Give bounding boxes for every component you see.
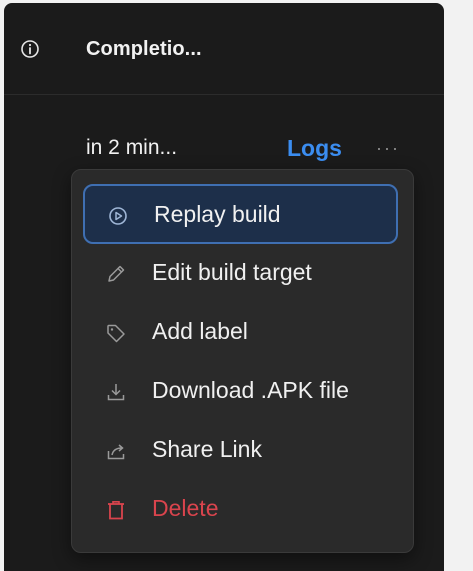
header-row: Completio... [4, 3, 444, 95]
build-status-title: Completio... [86, 38, 202, 60]
menu-item-add-label[interactable]: Add label [83, 303, 398, 363]
pencil-icon [108, 265, 125, 282]
build-actions-menu: Replay build Edit build target Add label… [71, 169, 414, 553]
build-time: in 2 min... [86, 136, 178, 159]
menu-item-share-link[interactable]: Share Link [83, 421, 398, 481]
info-icon[interactable] [20, 39, 40, 59]
menu-item-label: Add label [152, 318, 248, 344]
menu-item-replay-build[interactable]: Replay build [83, 184, 398, 244]
menu-item-edit-build-target[interactable]: Edit build target [83, 244, 398, 304]
menu-item-label: Edit build target [152, 259, 312, 285]
build-panel: Completio... in 2 min... Logs ··· Replay… [4, 3, 444, 571]
menu-item-download-apk[interactable]: Download .APK file [83, 362, 398, 422]
more-options-button[interactable]: ··· [376, 138, 406, 158]
menu-item-delete[interactable]: Delete [83, 480, 398, 540]
menu-item-label: Download .APK file [152, 377, 349, 403]
play-circle-icon [109, 207, 127, 225]
tag-icon [107, 324, 125, 343]
trash-icon [108, 501, 124, 520]
menu-item-label: Delete [152, 495, 219, 521]
share-icon [107, 444, 125, 460]
logs-link[interactable]: Logs [287, 135, 342, 162]
menu-item-label: Replay build [154, 201, 281, 227]
menu-item-label: Share Link [152, 436, 262, 462]
download-icon [107, 384, 125, 401]
